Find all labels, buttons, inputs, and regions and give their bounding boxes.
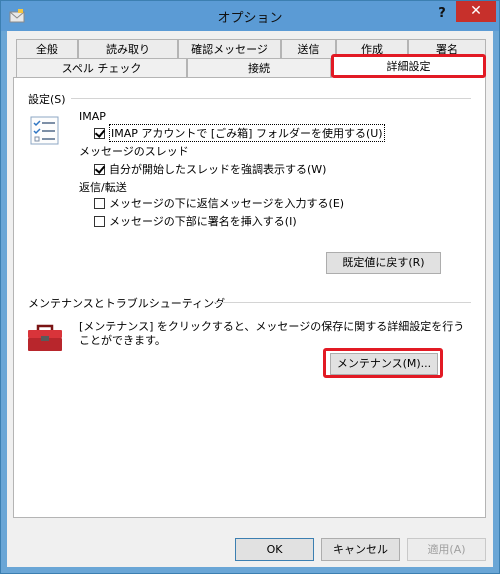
imap-group-label: IMAP [79,110,106,123]
signature-bottom-option[interactable]: メッセージの下部に署名を挿入する(I) [94,213,297,229]
apply-button[interactable]: 適用(A) [407,538,486,561]
ok-button[interactable]: OK [235,538,314,561]
tab-general[interactable]: 全般 [16,39,78,59]
thread-highlight-label: 自分が開始したスレッドを強調表示する(W) [109,163,327,176]
settings-section-label: 設定(S) [28,93,66,106]
reply-below-option[interactable]: メッセージの下に返信メッセージを入力する(E) [94,195,344,211]
tab-connection[interactable]: 接続 [187,58,331,78]
toolbox-icon [28,324,62,351]
options-dialog: オプション ? ✕ 全般 読み取り 確認メッセージ 送信 作成 署名 スペル チ… [0,0,500,574]
restore-defaults-button[interactable]: 既定値に戻す(R) [326,252,441,274]
maintenance-button-highlight [323,348,443,378]
checklist-icon [30,116,59,145]
imap-trash-label: IMAP アカウントで [ごみ箱] フォルダーを使用する(U) [109,124,385,142]
window-title: オプション [217,11,283,26]
cancel-button[interactable]: キャンセル [321,538,400,561]
title-bar[interactable]: オプション ? ✕ [1,1,499,31]
thread-highlight-option[interactable]: 自分が開始したスレッドを強調表示する(W) [94,161,326,177]
reply-group-label: 返信/転送 [79,181,127,194]
reply-below-label: メッセージの下に返信メッセージを入力する(E) [109,197,345,210]
thread-highlight-checkbox[interactable] [94,163,105,175]
maintenance-description: [メンテナンス] をクリックすると、メッセージの保存に関する詳細設定を行うことが… [79,320,465,347]
signature-bottom-checkbox[interactable] [94,215,105,227]
maintenance-section-label: メンテナンスとトラブルシューティング [28,297,226,310]
signature-bottom-label: メッセージの下部に署名を挿入する(I) [109,215,297,228]
imap-trash-option[interactable]: IMAP アカウントで [ごみ箱] フォルダーを使用する(U) [94,124,385,142]
tab-receipts[interactable]: 確認メッセージ [178,39,281,59]
advanced-tab-highlight [331,54,486,78]
maintenance-separator [214,302,471,303]
settings-separator [71,98,471,99]
close-button[interactable]: ✕ [456,1,496,22]
tab-spelling[interactable]: スペル チェック [16,58,187,78]
thread-group-label: メッセージのスレッド [79,145,189,158]
help-button[interactable]: ? [433,4,451,24]
tab-send[interactable]: 送信 [281,39,336,59]
reply-below-checkbox[interactable] [94,197,105,209]
imap-trash-checkbox[interactable] [94,127,105,139]
tab-read[interactable]: 読み取り [78,39,178,59]
